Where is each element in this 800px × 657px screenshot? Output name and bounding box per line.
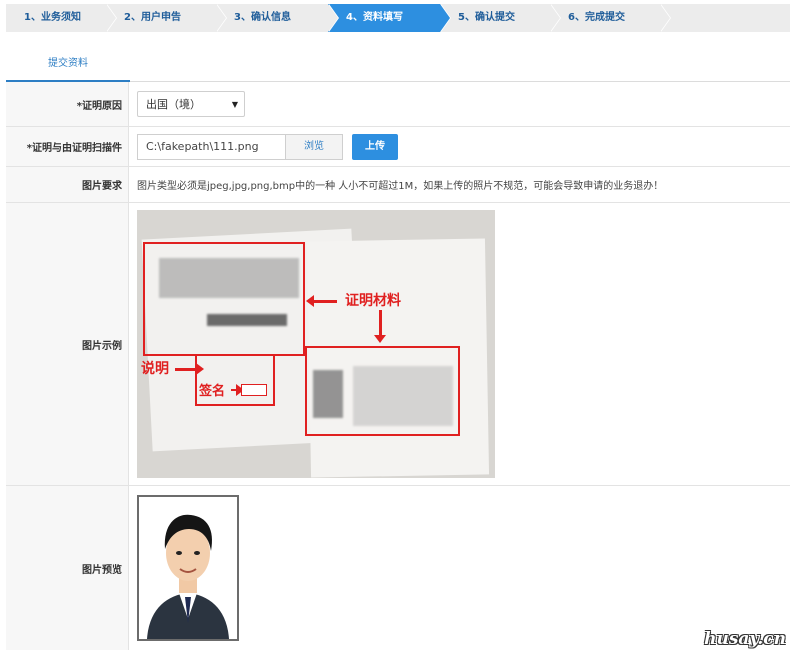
watermark-text: husay.cn [704,629,786,649]
form-row-file: *证明与由证明扫描件 C:\fakepath\111.png 浏览 上传 [6,127,790,167]
requirements-label: 图片要求 [6,167,128,202]
step-3: 3、确认信息 [216,4,339,32]
file-path-input[interactable]: C:\fakepath\111.png [137,133,285,160]
step-label: 1、业务须知 [24,12,81,23]
file-value-cell: C:\fakepath\111.png 浏览 上传 [128,127,790,166]
form-row-reason: *证明原因 出国（境） ▼ [6,82,790,127]
progress-steps: 1、业务须知 2、用户申告 3、确认信息 4、资料填写 5、确认提交 6、完成提… [6,4,790,32]
step-label: 5、确认提交 [458,12,515,23]
small-arrow-right-icon [231,384,244,396]
passport-highlight-box [305,346,460,436]
annotation-explain: 说明 [141,361,169,377]
form-row-example: 图片示例 证明材料 说明 签名 [6,203,790,486]
reason-label: *证明原因 [6,82,128,126]
person-photo-icon [139,497,237,639]
steps-tail [660,4,790,32]
arrow-down-icon [374,310,386,343]
form-row-requirements: 图片要求 图片类型必须是jpeg,jpg,png,bmp中的一种 人小不可超过1… [6,167,790,203]
step-4-active: 4、资料填写 [328,4,451,32]
step-5: 5、确认提交 [440,4,561,32]
reason-select[interactable]: 出国（境） ▼ [137,91,245,117]
requirements-text: 图片类型必须是jpeg,jpg,png,bmp中的一种 人小不可超过1M，如果上… [137,181,664,192]
material-highlight-box [143,242,305,356]
reason-value-cell: 出国（境） ▼ [128,82,790,126]
arrow-left-icon [306,295,337,307]
caret-down-icon: ▼ [231,99,238,109]
photo-preview [137,495,239,641]
preview-label: 图片预览 [6,486,128,650]
reason-selected-value: 出国（境） [146,98,201,111]
step-6: 6、完成提交 [550,4,671,32]
tab-submit-materials[interactable]: 提交资料 [6,50,130,82]
step-label: 4、资料填写 [346,12,403,23]
example-value-cell: 证明材料 说明 签名 [128,203,790,485]
materials-form: *证明原因 出国（境） ▼ *证明与由证明扫描件 C:\fakepath\111… [6,82,790,650]
upload-button[interactable]: 上传 [352,133,398,160]
form-row-preview: 图片预览 [6,486,790,650]
example-image: 证明材料 说明 签名 [137,210,495,478]
tab-bar: 提交资料 [6,50,790,82]
browse-button[interactable]: 浏览 [285,133,343,160]
step-label: 2、用户申告 [124,12,181,23]
annotation-sign: 签名 [199,384,226,399]
step-label: 3、确认信息 [234,12,291,23]
signature-field [241,384,267,396]
example-label: 图片示例 [6,203,128,485]
requirements-value-cell: 图片类型必须是jpeg,jpg,png,bmp中的一种 人小不可超过1M，如果上… [128,167,790,202]
step-2: 2、用户申告 [106,4,227,32]
preview-value-cell [128,486,790,650]
step-label: 6、完成提交 [568,12,625,23]
annotation-material: 证明材料 [345,293,401,309]
step-1: 1、业务须知 [6,4,117,32]
file-label: *证明与由证明扫描件 [6,127,128,166]
arrow-right-icon [175,363,204,375]
